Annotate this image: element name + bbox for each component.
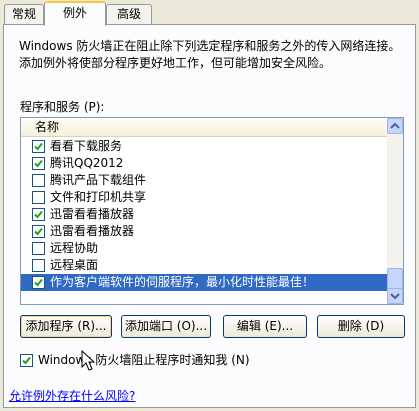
scroll-down-icon [390,293,400,300]
checkmark-icon [34,159,43,168]
tab-general-label: 常规 [11,7,36,21]
tab-exceptions-label: 例外 [62,6,87,20]
tab-strip: 常规 例外 高级 [0,0,419,26]
item-checkbox[interactable] [32,225,45,238]
item-label: 迅雷看看播放器 [50,207,135,221]
notify-label: Windows 防火墙阻止程序时通知我 (N) [38,353,250,367]
item-checkbox[interactable] [32,208,45,221]
list-item[interactable]: 文件和打印机共享 [21,189,387,206]
risk-help-link[interactable]: 允许例外存在什么风险? [9,387,135,404]
list-item[interactable]: 作为客户端软件的伺服程序，最小化时性能最佳！ [21,274,387,291]
delete-button[interactable]: 删除 (D) [317,315,405,338]
exceptions-panel: Windows 防火墙正在阻止除下列选定程序和服务之外的传入网络连接。添加例外将… [3,24,416,408]
item-checkbox[interactable] [32,140,45,153]
list-label: 程序和服务 (P): [20,100,105,114]
edit-button[interactable]: 编辑 (E)... [223,315,307,338]
scroll-down-button[interactable] [387,288,403,304]
tab-general[interactable]: 常规 [4,4,44,24]
programs-services-list[interactable]: 名称 看看下载服务 腾讯QQ2012 腾讯产品下载组件 文件和打印机共享 迅雷看看播放器… [20,117,404,305]
checkmark-icon [22,356,31,365]
item-checkbox[interactable] [32,174,45,187]
description-text: Windows 防火墙正在阻止除下列选定程序和服务之外的传入网络连接。添加例外将… [19,39,401,70]
add-program-button[interactable]: 添加程序 (R)... [20,315,112,338]
item-checkbox[interactable] [32,276,45,289]
item-label: 腾讯产品下载组件 [50,173,147,187]
list-item[interactable]: 迅雷看看播放器 [21,206,387,223]
tab-advanced[interactable]: 高级 [106,4,152,24]
scroll-up-button[interactable] [387,118,403,134]
item-checkbox[interactable] [32,157,45,170]
item-checkbox[interactable] [32,191,45,204]
vertical-scrollbar[interactable] [387,118,403,304]
item-checkbox[interactable] [32,259,45,272]
list-item[interactable]: 腾讯QQ2012 [21,155,387,172]
scroll-thumb[interactable] [387,268,403,290]
tab-advanced-label: 高级 [116,7,141,21]
checkmark-icon [34,227,43,236]
item-checkbox[interactable] [32,242,45,255]
tab-exceptions[interactable]: 例外 [44,1,106,26]
item-label: 远程协助 [50,241,99,255]
scroll-up-icon [390,122,400,129]
list-item[interactable]: 远程桌面 [21,257,387,274]
list-item[interactable]: 腾讯产品下载组件 [21,172,387,189]
item-label: 文件和打印机共享 [50,190,147,204]
item-label: 腾讯QQ2012 [50,156,124,170]
column-header-name[interactable]: 名称 [21,118,387,137]
list-item[interactable]: 远程协助 [21,240,387,257]
item-label: 看看下载服务 [50,139,123,153]
list-item[interactable]: 迅雷看看播放器 [21,223,387,240]
checkmark-icon [34,210,43,219]
list-item[interactable]: 看看下载服务 [21,138,387,155]
item-label: 远程桌面 [50,258,99,272]
add-port-button[interactable]: 添加端口 (O)... [121,315,211,338]
checkmark-icon [34,278,43,287]
mouse-cursor-icon [81,350,95,371]
item-label: 作为客户端软件的伺服程序，最小化时性能最佳！ [50,275,315,289]
notify-checkbox[interactable] [20,354,33,367]
checkmark-icon [34,142,43,151]
item-label: 迅雷看看播放器 [50,224,135,238]
